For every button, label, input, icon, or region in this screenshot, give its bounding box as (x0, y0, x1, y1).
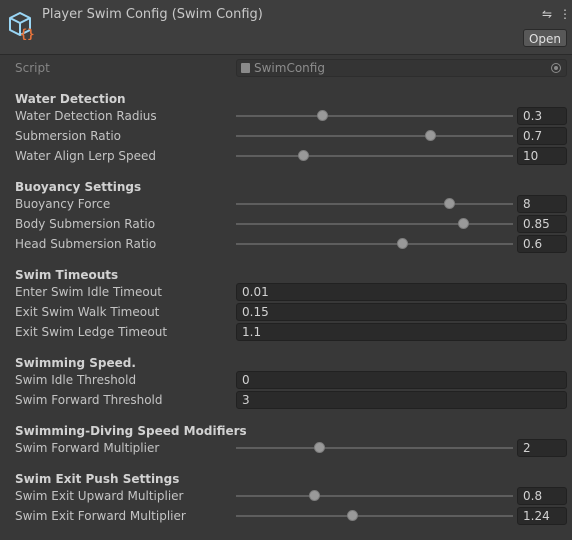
value-input[interactable]: 0.3 (517, 107, 567, 125)
slider-thumb[interactable] (458, 218, 470, 229)
slider[interactable] (236, 126, 513, 146)
slider[interactable] (236, 194, 513, 214)
script-object-field[interactable]: SwimConfig (236, 59, 567, 77)
open-button[interactable]: Open (523, 29, 567, 47)
field-label: Body Submersion Ratio (15, 217, 156, 231)
field-row-head-submersion-ratio: Head Submersion Ratio 0.6 (0, 234, 572, 254)
field-label: Exit Swim Ledge Timeout (15, 325, 168, 339)
field-row-swim-forward-threshold: Swim Forward Threshold 3 (0, 390, 572, 410)
slider-track (236, 155, 513, 157)
slider-track (236, 447, 513, 449)
inspector-header: {} Player Swim Config (Swim Config) ⇋ ⋮ … (0, 0, 572, 55)
value-input[interactable]: 0.01 (236, 283, 567, 301)
field-row-exit-swim-ledge-timeout: Exit Swim Ledge Timeout 1.1 (0, 322, 572, 342)
field-label: Exit Swim Walk Timeout (15, 305, 160, 319)
field-row-enter-swim-idle-timeout: Enter Swim Idle Timeout 0.01 (0, 282, 572, 302)
field-label: Head Submersion Ratio (15, 237, 157, 251)
value-input[interactable]: 10 (517, 147, 567, 165)
slider-thumb[interactable] (308, 490, 320, 501)
field-label: Swim Idle Threshold (15, 373, 137, 387)
field-row-exit-swim-walk-timeout: Exit Swim Walk Timeout 0.15 (0, 302, 572, 322)
field-label: Enter Swim Idle Timeout (15, 285, 162, 299)
slider[interactable] (236, 486, 513, 506)
slider-thumb[interactable] (444, 198, 456, 209)
slider-track (236, 223, 513, 225)
slider[interactable] (236, 146, 513, 166)
value-input[interactable]: 2 (517, 439, 567, 457)
value-input[interactable]: 8 (517, 195, 567, 213)
value-input[interactable]: 0.6 (517, 235, 567, 253)
script-object-name: SwimConfig (254, 61, 325, 75)
field-label: Swim Exit Forward Multiplier (15, 509, 186, 523)
slider[interactable] (236, 506, 513, 526)
slider-thumb[interactable] (347, 510, 359, 521)
slider[interactable] (236, 438, 513, 458)
field-label: Swim Exit Upward Multiplier (15, 489, 184, 503)
slider[interactable] (236, 214, 513, 234)
slider-thumb[interactable] (297, 150, 309, 161)
field-row-swim-forward-multiplier: Swim Forward Multiplier 2 (0, 438, 572, 458)
field-row-body-submersion-ratio: Body Submersion Ratio 0.85 (0, 214, 572, 234)
field-label: Submersion Ratio (15, 129, 122, 143)
slider[interactable] (236, 234, 513, 254)
slider-track (236, 495, 513, 497)
inspector-title: Player Swim Config (Swim Config) (42, 7, 263, 22)
field-label: Swim Forward Threshold (15, 393, 163, 407)
more-options-icon[interactable]: ⋮ (559, 7, 571, 21)
field-row-swim-idle-threshold: Swim Idle Threshold 0 (0, 370, 572, 390)
value-input[interactable]: 0.15 (236, 303, 567, 321)
slider-track (236, 243, 513, 245)
scriptable-object-icon: {} (9, 12, 34, 40)
value-input[interactable]: 0.8 (517, 487, 567, 505)
field-row-water-detection-radius: Water Detection Radius 0.3 (0, 106, 572, 126)
value-input[interactable]: 0 (236, 371, 567, 389)
slider-track (236, 203, 513, 205)
slider-thumb[interactable] (314, 442, 326, 453)
value-input[interactable]: 0.7 (517, 127, 567, 145)
field-row-buoyancy-force: Buoyancy Force 8 (0, 194, 572, 214)
slider-thumb[interactable] (397, 238, 409, 249)
slider-track (236, 515, 513, 517)
script-file-icon (241, 63, 250, 73)
slider-thumb[interactable] (424, 130, 436, 141)
field-label: Swim Forward Multiplier (15, 441, 160, 455)
slider-track (236, 115, 513, 117)
field-row-swim-exit-forward-multiplier: Swim Exit Forward Multiplier 1.24 (0, 506, 572, 526)
field-label: Water Align Lerp Speed (15, 149, 157, 163)
value-input[interactable]: 1.24 (517, 507, 567, 525)
field-row-submersion-ratio: Submersion Ratio 0.7 (0, 126, 572, 146)
script-row: Script SwimConfig (0, 58, 572, 78)
object-picker-icon[interactable] (551, 63, 561, 73)
value-input[interactable]: 1.1 (236, 323, 567, 341)
value-input[interactable]: 3 (236, 391, 567, 409)
slider-track (236, 135, 513, 137)
svg-text:{}: {} (20, 27, 34, 40)
field-label: Water Detection Radius (15, 109, 157, 123)
slider[interactable] (236, 106, 513, 126)
value-input[interactable]: 0.85 (517, 215, 567, 233)
field-row-water-align-lerp-speed: Water Align Lerp Speed 10 (0, 146, 572, 166)
script-label: Script (15, 61, 50, 75)
field-label: Buoyancy Force (15, 197, 111, 211)
settings-sliders-icon[interactable]: ⇋ (542, 7, 552, 21)
slider-thumb[interactable] (316, 110, 328, 121)
field-row-swim-exit-upward-multiplier: Swim Exit Upward Multiplier 0.8 (0, 486, 572, 506)
